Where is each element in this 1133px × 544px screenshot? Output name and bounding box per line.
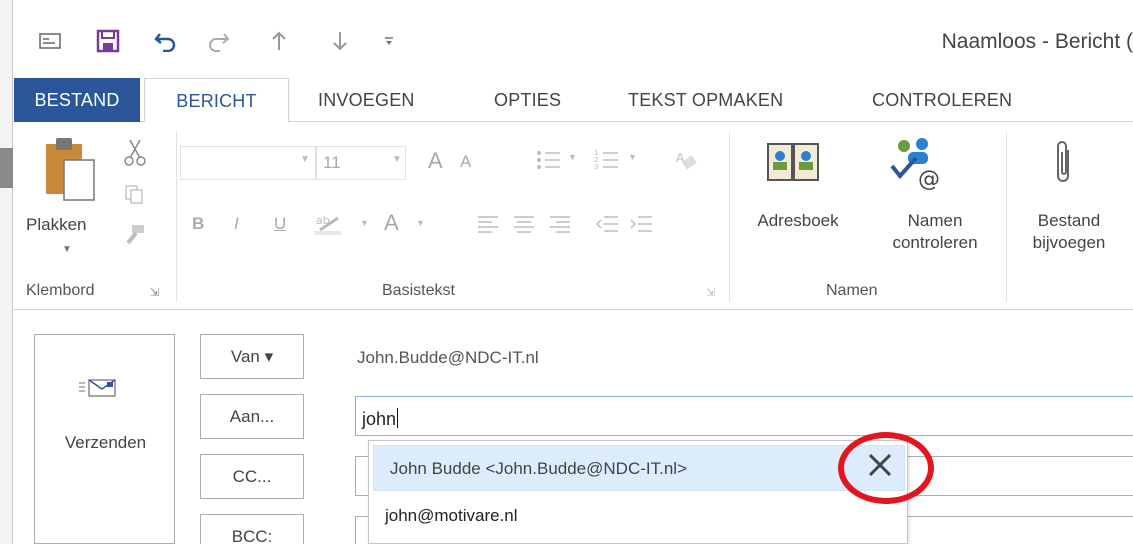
save-icon[interactable]: [94, 28, 122, 54]
highlight-dropdown-icon[interactable]: ▼: [360, 218, 369, 228]
separator: [176, 132, 177, 302]
left-edge-mark: [0, 148, 13, 188]
up-arrow-icon[interactable]: [269, 28, 289, 54]
tab-format-text[interactable]: TEKST OPMAKEN: [628, 78, 783, 122]
align-center-icon[interactable]: [512, 214, 536, 239]
paste-button[interactable]: Plakken: [26, 214, 112, 236]
align-right-icon[interactable]: [548, 214, 572, 239]
bold-button[interactable]: B: [192, 214, 204, 234]
check-names-label-1: Namen: [907, 211, 963, 230]
to-input-value[interactable]: john: [362, 408, 399, 430]
tab-insert[interactable]: INVOEGEN: [318, 78, 415, 122]
down-arrow-icon[interactable]: [330, 28, 350, 54]
tab-options[interactable]: OPTIES: [494, 78, 561, 122]
from-button[interactable]: Van ▾: [200, 334, 304, 379]
group-label-clipboard: Klembord: [26, 282, 95, 299]
numbering-icon[interactable]: 123: [594, 148, 620, 177]
tab-review[interactable]: CONTROLEREN: [872, 78, 1012, 122]
autocomplete-list: John Budde <John.Budde@NDC-IT.nl> john@m…: [368, 440, 908, 544]
redo-icon[interactable]: [204, 28, 232, 54]
annotation-circle: [838, 432, 934, 504]
tab-file[interactable]: BESTAND: [14, 78, 140, 122]
undo-icon[interactable]: [152, 28, 180, 54]
autocomplete-item[interactable]: john@motivare.nl: [369, 493, 907, 539]
clear-formatting-icon[interactable]: A: [674, 148, 698, 177]
separator: [729, 132, 730, 302]
customize-icon[interactable]: [382, 28, 396, 54]
increase-indent-icon[interactable]: [628, 214, 654, 239]
decrease-indent-icon[interactable]: [594, 214, 620, 239]
underline-button[interactable]: U: [274, 214, 286, 234]
italic-button[interactable]: I: [234, 214, 239, 234]
from-address: John.Budde@NDC-IT.nl: [357, 348, 539, 367]
cc-button[interactable]: CC...: [200, 454, 304, 499]
align-left-icon[interactable]: [476, 214, 500, 239]
font-name-dropdown-icon[interactable]: ▼: [300, 154, 310, 165]
check-names-label-2: controleren: [892, 233, 978, 252]
svg-text:@: @: [918, 167, 940, 190]
basic-text-launcher-icon[interactable]: ⇲: [706, 286, 715, 299]
address-book-button[interactable]: Adresboek: [740, 210, 856, 232]
check-names-button[interactable]: Namen controleren: [862, 210, 1008, 254]
grow-font-button[interactable]: A: [428, 148, 443, 174]
tab-message[interactable]: BERICHT: [144, 78, 289, 123]
separator: [1006, 132, 1007, 302]
group-label-names: Namen: [826, 282, 878, 299]
copy-icon[interactable]: [124, 184, 144, 209]
cut-icon[interactable]: [124, 138, 146, 171]
ribbon-tabs: BESTAND BERICHT INVOEGEN OPTIES TEKST OP…: [14, 78, 1133, 123]
group-label-basic-text: Basistekst: [382, 282, 455, 299]
left-edge-strip: [0, 0, 13, 544]
attach-file-label-2: bijvoegen: [1032, 233, 1106, 252]
quick-access-toolbar: Naamloos - Bericht (: [14, 0, 1133, 78]
send-button[interactable]: Verzenden: [34, 334, 175, 544]
bcc-button[interactable]: BCC:: [200, 514, 304, 544]
clipboard-launcher-icon[interactable]: ⇲: [150, 286, 159, 299]
font-color-dropdown-icon[interactable]: ▼: [416, 218, 425, 228]
paste-icon[interactable]: [44, 136, 96, 207]
window-title: Naamloos - Bericht (: [941, 30, 1133, 53]
text-caret: [397, 408, 399, 428]
paste-dropdown-icon[interactable]: ▼: [62, 244, 72, 255]
bullets-dropdown-icon[interactable]: ▼: [568, 152, 577, 162]
check-names-icon[interactable]: @: [886, 136, 950, 195]
numbering-dropdown-icon[interactable]: ▼: [628, 152, 637, 162]
to-input-text: john: [362, 409, 397, 429]
bullets-icon[interactable]: [536, 148, 562, 177]
to-button[interactable]: Aan...: [200, 394, 304, 439]
font-size-dropdown-icon[interactable]: ▼: [392, 154, 402, 165]
message-icon[interactable]: [36, 28, 64, 54]
autocomplete-item-selected[interactable]: John Budde <John.Budde@NDC-IT.nl>: [373, 445, 905, 491]
address-book-icon[interactable]: [766, 138, 822, 191]
highlight-icon[interactable]: ab: [314, 210, 346, 241]
attach-file-button[interactable]: Bestand bijvoegen: [1014, 210, 1124, 254]
font-color-button[interactable]: A: [384, 210, 399, 236]
to-field[interactable]: [355, 396, 1133, 436]
ribbon: Plakken ▼ Klembord ⇲ ▼ 11 ▼ A A ▼ 123 ▼ …: [14, 122, 1133, 310]
format-painter-icon[interactable]: [122, 222, 146, 251]
paperclip-icon[interactable]: [1054, 138, 1074, 193]
send-icon: [79, 377, 119, 404]
send-label: Verzenden: [64, 433, 147, 452]
attach-file-label-1: Bestand: [1037, 211, 1101, 230]
shrink-font-button[interactable]: A: [460, 152, 471, 172]
font-name-box[interactable]: [180, 146, 316, 180]
svg-text:3: 3: [594, 163, 598, 171]
